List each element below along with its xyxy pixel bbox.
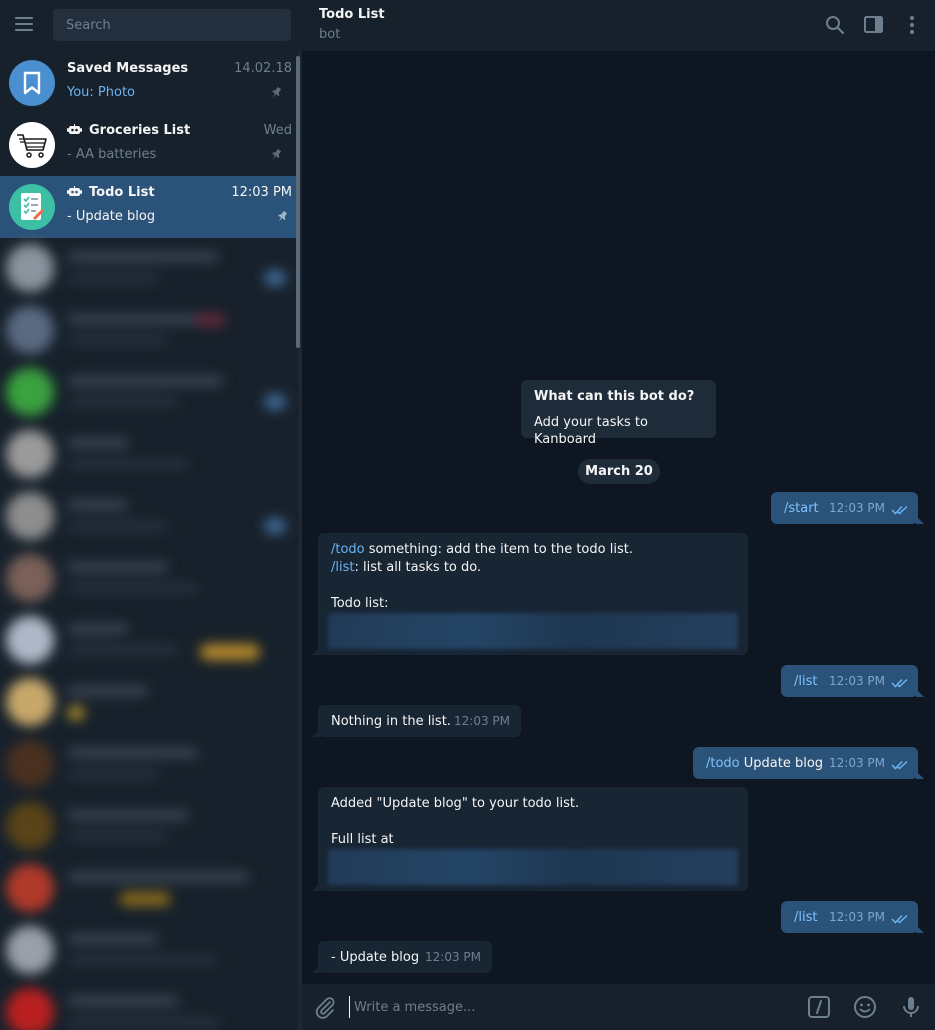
- blurred-chat-item[interactable]: [0, 486, 296, 548]
- command-link[interactable]: /list: [331, 560, 354, 575]
- shopping-cart-icon: [9, 122, 55, 168]
- search-input[interactable]: [53, 9, 291, 41]
- blurred-chat-item[interactable]: [0, 734, 296, 796]
- command-link[interactable]: /list: [794, 910, 817, 925]
- date-separator: March 20: [578, 459, 660, 484]
- attach-icon[interactable]: [313, 995, 337, 1019]
- message-text: - Update blog: [331, 950, 420, 965]
- double-check-icon: [891, 505, 908, 515]
- command-link[interactable]: /todo: [706, 756, 740, 771]
- redacted-link: [328, 613, 738, 649]
- blurred-chat-item[interactable]: [0, 238, 296, 300]
- chat-name-text: Groceries List: [89, 123, 191, 138]
- outgoing-message[interactable]: /list 12:03 PM: [781, 665, 924, 697]
- message-time: 12:03 PM: [829, 674, 885, 688]
- search-icon[interactable]: [824, 14, 846, 36]
- chat-header: Todo List bot: [302, 0, 935, 52]
- blurred-chat-item[interactable]: [0, 610, 296, 672]
- outgoing-message[interactable]: /todo Update blog 12:03 PM: [693, 747, 924, 779]
- command-link[interactable]: /list: [794, 674, 817, 689]
- bot-info-title: What can this bot do?: [534, 389, 695, 404]
- message-text: Added "Update blog" to your todo list.: [331, 796, 580, 811]
- pin-icon: [272, 148, 282, 160]
- chat-preview: You: Photo: [67, 85, 136, 100]
- blurred-chat-item[interactable]: [0, 300, 296, 362]
- blurred-chat-item[interactable]: [0, 672, 296, 734]
- chat-preview: - Update blog: [67, 209, 156, 224]
- incoming-message[interactable]: - Update blog 12:03 PM: [312, 941, 492, 973]
- chat-time: Wed: [263, 123, 292, 138]
- chat-time: 12:03 PM: [231, 185, 292, 200]
- bot-icon: [67, 124, 82, 134]
- chat-item-groceries-list[interactable]: Groceries List Wed - AA batteries: [0, 114, 296, 176]
- message-time: 12:03 PM: [829, 501, 885, 515]
- sidebar-header: [0, 0, 302, 52]
- message-text: : list all tasks to do.: [354, 560, 482, 575]
- command-link[interactable]: /todo: [331, 542, 365, 557]
- emoji-icon[interactable]: [853, 995, 877, 1019]
- incoming-message[interactable]: Added "Update blog" to your todo list. F…: [312, 787, 748, 891]
- chat-item-todo-list[interactable]: Todo List 12:03 PM - Update blog: [0, 176, 302, 238]
- bot-info-card: What can this bot do? Add your tasks to …: [521, 380, 716, 447]
- more-icon[interactable]: [901, 14, 923, 36]
- message-text: Update blog: [739, 756, 824, 771]
- bookmark-icon: [9, 60, 55, 106]
- chat-list-sidebar: Saved Messages 14.02.18 You: Photo: [0, 0, 302, 1030]
- chat-title[interactable]: Todo List: [319, 7, 385, 22]
- double-check-icon: [891, 914, 908, 924]
- bot-icon: [67, 186, 82, 196]
- message-line: /todo something: add the item to the tod…: [331, 541, 735, 559]
- chat-name: Groceries List: [67, 123, 190, 138]
- message-line: /list: list all tasks to do.: [331, 559, 735, 577]
- blurred-chat-item[interactable]: [0, 982, 296, 1030]
- blurred-chat-item[interactable]: [0, 424, 296, 486]
- commands-icon[interactable]: [807, 995, 831, 1019]
- message-text: Nothing in the list.: [331, 714, 451, 729]
- outgoing-message[interactable]: /list 12:03 PM: [781, 901, 924, 933]
- blurred-chat-item[interactable]: [0, 920, 296, 982]
- command-link[interactable]: /start: [784, 501, 819, 516]
- pin-icon: [272, 86, 282, 98]
- blurred-chat-item[interactable]: [0, 796, 296, 858]
- message-history[interactable]: What can this bot do? Add your tasks to …: [302, 52, 935, 984]
- double-check-icon: [891, 678, 908, 688]
- chat-preview: - AA batteries: [67, 147, 157, 162]
- message-input[interactable]: [349, 996, 789, 1018]
- message-text: something: add the item to the todo list…: [364, 542, 633, 557]
- chat-item-saved-messages[interactable]: Saved Messages 14.02.18 You: Photo: [0, 52, 296, 114]
- blurred-chat-item[interactable]: [0, 548, 296, 610]
- redacted-link: [328, 849, 738, 885]
- chat-name: Todo List: [67, 185, 155, 200]
- incoming-message[interactable]: Nothing in the list. 12:03 PM: [312, 705, 521, 737]
- bot-info-description: Add your tasks to Kanboard: [534, 415, 648, 447]
- mic-icon[interactable]: [899, 995, 923, 1019]
- incoming-message[interactable]: /todo something: add the item to the tod…: [312, 533, 748, 655]
- hamburger-menu-icon[interactable]: [15, 17, 35, 33]
- message-time: 12:03 PM: [454, 714, 510, 728]
- double-check-icon: [891, 760, 908, 770]
- message-composer: [302, 984, 935, 1030]
- sidebar-scrollbar[interactable]: [296, 56, 300, 348]
- message-time: 12:03 PM: [829, 910, 885, 924]
- chat-name: Saved Messages: [67, 61, 189, 76]
- chat-time: 14.02.18: [234, 61, 292, 76]
- message-text: Todo list:: [331, 596, 389, 611]
- message-time: 12:03 PM: [425, 950, 481, 964]
- checklist-icon: [9, 184, 55, 230]
- pin-icon: [278, 210, 288, 222]
- blurred-chat-item[interactable]: [0, 858, 296, 920]
- sidebar-toggle-icon[interactable]: [863, 14, 885, 36]
- outgoing-message[interactable]: /start 12:03 PM: [771, 492, 924, 524]
- chat-name-text: Todo List: [89, 185, 155, 200]
- message-time: 12:03 PM: [829, 756, 885, 770]
- message-text: Full list at: [331, 832, 394, 847]
- blurred-chat-item[interactable]: [0, 362, 296, 424]
- chat-status: bot: [319, 27, 341, 42]
